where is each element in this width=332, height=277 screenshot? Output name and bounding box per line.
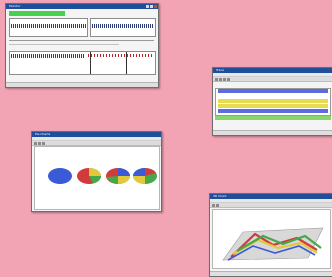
cursor-marker [90, 52, 91, 74]
status-indicator-bar [9, 11, 65, 16]
monitor-titlebar: Monitor [6, 4, 158, 9]
pie-slice [89, 168, 101, 176]
waveform-panel-lower [9, 51, 156, 75]
toolbar-icon[interactable] [34, 141, 37, 145]
toolbar-icon[interactable] [42, 141, 45, 145]
piechart-titlebar: Pie Charts [32, 132, 161, 137]
pie-chart [77, 168, 101, 184]
toolbar-icon[interactable] [216, 203, 219, 207]
toolbar-icon[interactable] [212, 203, 215, 207]
toolbar-icon[interactable] [215, 77, 218, 81]
table-row[interactable] [218, 109, 328, 113]
divider [9, 44, 119, 45]
table-row[interactable] [218, 89, 328, 93]
waveform-panel-right [90, 18, 156, 37]
chart3d-graphic [222, 227, 324, 261]
trace-titlebar: Trace [213, 68, 332, 73]
chart3d-titlebar: 3D Chart [210, 194, 332, 199]
chart3d-title: 3D Chart [213, 194, 227, 198]
monitor-window: Monitor [5, 3, 159, 88]
cursor-marker [126, 52, 127, 74]
table-row[interactable] [218, 99, 328, 103]
pie-chart [133, 168, 157, 184]
waveform-panel-left [9, 18, 88, 37]
waveform-trace [11, 54, 85, 58]
trace-toolbar [213, 77, 332, 82]
trace-statusbar [213, 130, 332, 135]
waveform-trace-alert [88, 54, 154, 57]
table-row[interactable] [218, 104, 328, 108]
trace-table [215, 88, 331, 116]
trace-window: Trace [212, 67, 332, 136]
table-row[interactable] [218, 94, 328, 98]
pie-slice [133, 176, 145, 184]
monitor-title: Monitor [9, 4, 21, 8]
minimize-icon[interactable] [146, 5, 149, 8]
pie-chart [106, 168, 130, 184]
chart3d-statusbar [210, 271, 332, 276]
close-icon[interactable] [154, 5, 157, 8]
pie-chart [48, 168, 72, 184]
pie-slice [133, 168, 145, 176]
desktop: { "windows": { "monitor": { "title": "Mo… [0, 0, 332, 277]
maximize-icon[interactable] [150, 5, 153, 8]
pie-slice [118, 176, 130, 184]
chart3d-window: 3D Chart [209, 193, 332, 277]
waveform-trace [11, 24, 86, 28]
divider [9, 40, 154, 41]
toolbar-icon[interactable] [227, 77, 230, 81]
table-row-highlight[interactable] [215, 116, 331, 120]
waveform-trace [92, 24, 154, 28]
toolbar-icon[interactable] [38, 141, 41, 145]
pie-plot-area [34, 146, 160, 210]
toolbar-icon[interactable] [219, 77, 222, 81]
chart3d-plot-area [212, 209, 331, 269]
pie-charts-graphic [48, 168, 157, 184]
chart3d-toolbar [210, 203, 332, 208]
pie-slice [118, 168, 130, 176]
monitor-statusbar [6, 82, 158, 87]
piechart-window: Pie Charts [31, 131, 162, 212]
monitor-window-controls [146, 5, 157, 8]
trace-title: Trace [216, 68, 224, 72]
toolbar-icon[interactable] [223, 77, 226, 81]
piechart-title: Pie Charts [35, 132, 51, 136]
pie-slice [48, 168, 72, 184]
